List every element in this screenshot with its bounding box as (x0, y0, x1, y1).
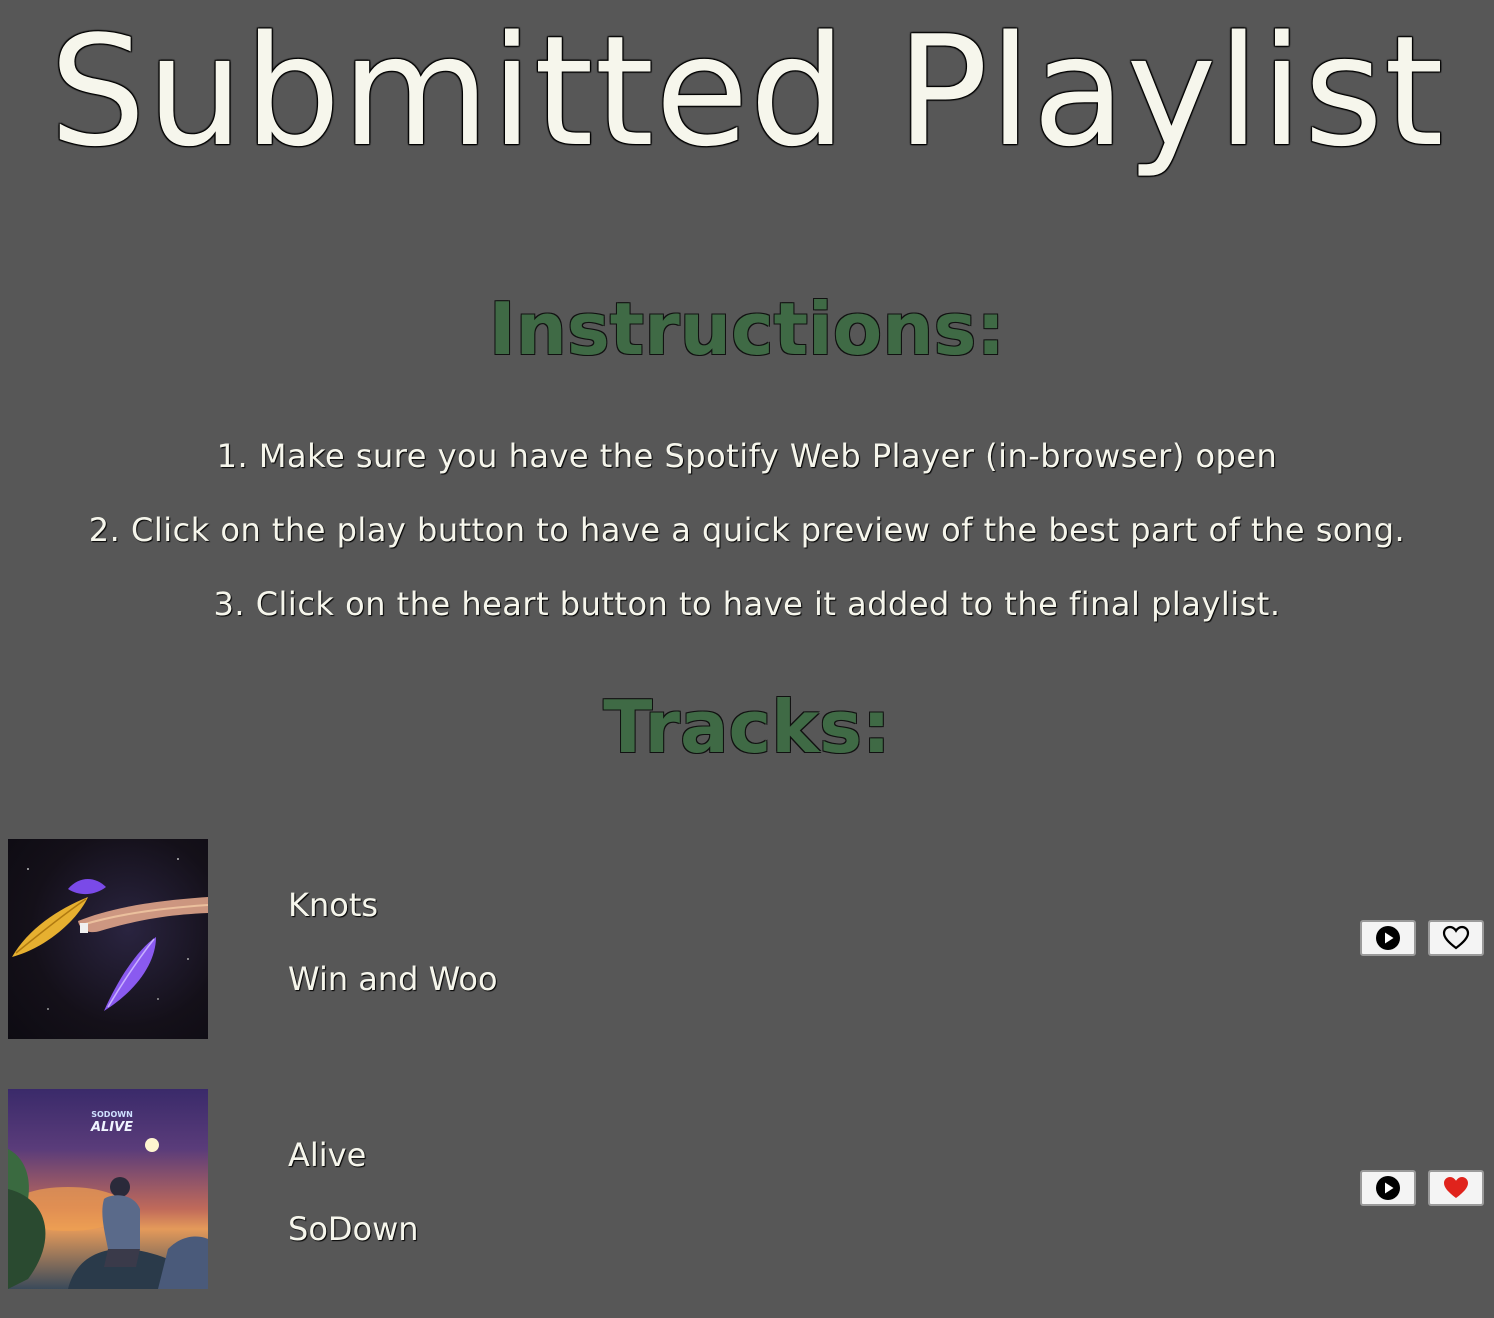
play-button[interactable] (1360, 1170, 1416, 1206)
instruction-item: 1. Make sure you have the Spotify Web Pl… (216, 437, 1278, 475)
page-title: Submitted Playlist (49, 3, 1445, 180)
heart-button[interactable] (1428, 920, 1484, 956)
track-row: SODOWN ALIVE Alive SoDown (0, 1089, 1494, 1289)
heart-button[interactable] (1428, 1170, 1484, 1206)
heart-outline-icon (1442, 925, 1470, 951)
tracks-heading: Tracks: (603, 685, 891, 769)
cover-text: SODOWN (91, 1110, 133, 1119)
track-artist: Win and Woo (288, 960, 498, 998)
cover-text: ALIVE (90, 1120, 133, 1135)
album-cover: SODOWN ALIVE (8, 1089, 208, 1289)
instruction-item: 2. Click on the play button to have a qu… (88, 511, 1406, 549)
play-button[interactable] (1360, 920, 1416, 956)
track-artist: SoDown (288, 1210, 419, 1248)
album-cover (8, 839, 208, 1039)
play-circle-icon (1375, 925, 1401, 951)
play-circle-icon (1375, 1175, 1401, 1201)
instruction-list: 1. Make sure you have the Spotify Web Pl… (0, 430, 1494, 652)
track-name: Alive (288, 1136, 367, 1174)
instructions-heading: Instructions: (488, 287, 1006, 371)
track-row: Knots Win and Woo (0, 839, 1494, 1039)
instruction-item: 3. Click on the heart button to have it … (213, 585, 1281, 623)
heart-filled-icon (1442, 1175, 1470, 1201)
track-name: Knots (288, 886, 379, 924)
